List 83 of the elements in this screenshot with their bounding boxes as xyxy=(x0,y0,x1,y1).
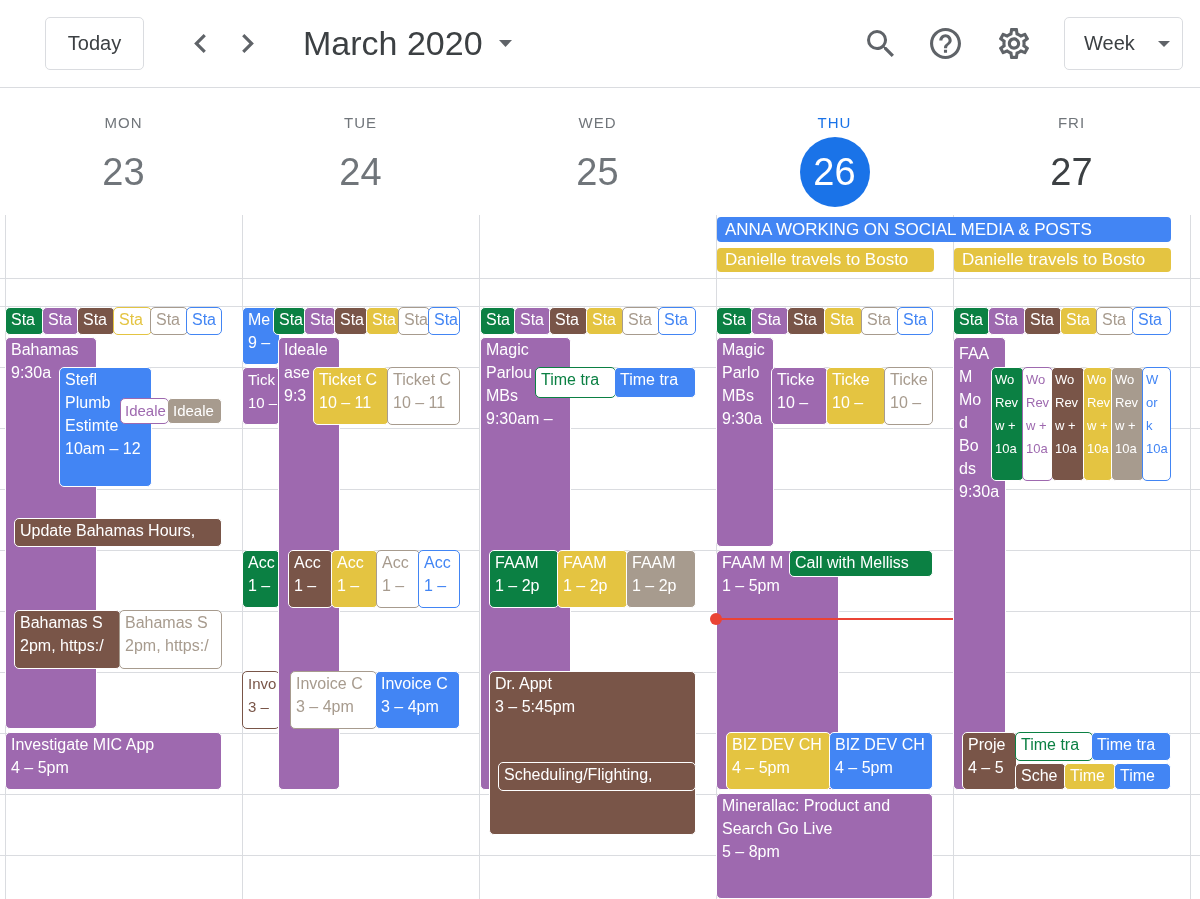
calendar-event[interactable]: Acc 1 – xyxy=(376,550,420,608)
calendar-event[interactable]: Time tra xyxy=(1015,732,1093,761)
calendar-event[interactable]: Sta xyxy=(897,307,933,335)
calendar-event[interactable]: Ideale xyxy=(167,398,222,424)
caret-icon xyxy=(498,40,512,47)
all-day-event[interactable]: ANNA WORKING ON SOCIAL MEDIA & POSTS xyxy=(717,217,1171,242)
calendar-event[interactable]: Acc 1 – xyxy=(418,550,460,608)
calendar-event[interactable]: Sta xyxy=(273,307,306,335)
calendar-event[interactable]: Scheduling/Flighting, xyxy=(498,762,696,791)
calendar-event[interactable]: Sta xyxy=(1024,307,1062,335)
calendar-event[interactable]: Sta xyxy=(480,307,516,335)
day-number[interactable]: 25 xyxy=(562,137,633,207)
calendar-event[interactable]: Magic Parlo MBs 9:30a xyxy=(716,337,774,547)
calendar-event[interactable]: Me 9 – xyxy=(242,307,280,365)
calendar-event[interactable]: Sta xyxy=(428,307,460,335)
help-icon xyxy=(929,28,961,59)
day-number[interactable]: 24 xyxy=(325,137,396,207)
calendar-event[interactable]: Minerallac: Product and Search Go Live 5 – 8pm xyxy=(716,793,933,899)
calendar-event[interactable]: Sta xyxy=(716,307,753,335)
calendar-event[interactable]: Sta xyxy=(1096,307,1134,335)
caret-icon xyxy=(1158,40,1170,47)
calendar-event[interactable]: Sta xyxy=(42,307,79,335)
calendar-event[interactable]: Work 10a xyxy=(1142,367,1171,481)
weekday-label: THU xyxy=(817,114,852,132)
calendar-event[interactable]: Ticke 10 – xyxy=(771,367,828,425)
weekday-label: MON xyxy=(104,114,143,132)
calendar-event[interactable]: Wo Rev w + 10a xyxy=(1051,367,1085,481)
calendar-event[interactable]: Call with Melliss xyxy=(789,550,933,577)
month-picker[interactable]: March 2020 xyxy=(303,24,512,63)
calendar-event[interactable]: Time tra xyxy=(535,367,616,398)
calendar-event[interactable]: Sta xyxy=(77,307,115,335)
calendar-event[interactable]: Ideale xyxy=(120,398,169,424)
calendar-event[interactable]: Bahamas S 2pm, https:/ xyxy=(14,610,121,669)
chevron-left-icon xyxy=(194,34,206,53)
calendar-event[interactable]: Sta xyxy=(150,307,188,335)
calendar-event[interactable]: Wo Rev w + 10a xyxy=(1111,367,1144,481)
calendar-event[interactable]: Sta xyxy=(953,307,990,335)
settings-icon xyxy=(999,28,1029,59)
calendar-event[interactable]: Acc 1 – xyxy=(242,550,280,608)
weekday-label: TUE xyxy=(344,114,377,132)
calendar-event[interactable]: Tick 10 – xyxy=(242,367,280,425)
calendar-event[interactable]: Invo 3 – xyxy=(242,671,280,729)
day-number[interactable]: 26 xyxy=(799,137,870,207)
calendar-event[interactable]: Sta xyxy=(186,307,222,335)
today-button[interactable]: Today xyxy=(45,17,144,70)
calendar-event[interactable]: Invoice C 3 – 4pm xyxy=(290,671,377,729)
calendar-event[interactable]: Acc 1 – xyxy=(288,550,333,608)
calendar-event[interactable]: Time xyxy=(1114,763,1171,790)
calendar-event[interactable]: Time tra xyxy=(1091,732,1171,761)
calendar-event[interactable]: Sta xyxy=(304,307,336,335)
calendar-event[interactable]: Wo Rev w + 10a xyxy=(991,367,1024,481)
calendar-event[interactable]: Sta xyxy=(514,307,551,335)
calendar-event[interactable]: Sta xyxy=(5,307,44,335)
calendar-event[interactable]: FAAM 1 – 2p xyxy=(489,550,559,608)
calendar-event[interactable]: Sta xyxy=(1132,307,1171,335)
day-number[interactable]: 27 xyxy=(1036,137,1107,207)
calendar-event[interactable]: Sta xyxy=(751,307,789,335)
calendar-event[interactable]: Sche xyxy=(1015,763,1066,790)
day-number[interactable]: 23 xyxy=(88,137,159,207)
calendar-event[interactable]: Proje 4 – 5 xyxy=(962,732,1017,790)
calendar-event[interactable]: Sta xyxy=(787,307,826,335)
calendar-event[interactable]: Time tra xyxy=(614,367,696,398)
calendar-event[interactable]: Invoice C 3 – 4pm xyxy=(375,671,460,729)
chevron-right-icon xyxy=(242,34,254,53)
calendar-event[interactable]: Sta xyxy=(549,307,588,335)
calendar-event[interactable]: Wo Rev w + 10a xyxy=(1022,367,1053,481)
calendar-event[interactable]: Sta xyxy=(658,307,696,335)
calendar-event[interactable]: Sta xyxy=(398,307,430,335)
calendar-event[interactable]: Sta xyxy=(334,307,368,335)
search-icon xyxy=(866,30,894,57)
calendar-event[interactable]: Sta xyxy=(861,307,899,335)
calendar-event[interactable]: FAAM 1 – 2p xyxy=(626,550,696,608)
calendar-event[interactable]: Bahamas S 2pm, https:/ xyxy=(119,610,222,669)
weekday-label: FRI xyxy=(1057,114,1086,132)
calendar-event[interactable]: Sta xyxy=(622,307,660,335)
view-dropdown[interactable]: Week xyxy=(1064,17,1183,70)
calendar-event[interactable]: Ticke 10 – xyxy=(884,367,933,425)
calendar-event[interactable]: Sta xyxy=(988,307,1026,335)
calendar-event[interactable]: BIZ DEV CH 4 – 5pm xyxy=(829,732,933,790)
weekday-label: WED xyxy=(578,114,617,132)
calendar-event[interactable]: Ticket C 10 – 11 xyxy=(387,367,460,425)
calendar-event[interactable]: Investigate MIC App 4 – 5pm xyxy=(5,732,222,790)
calendar-event[interactable]: Update Bahamas Hours, xyxy=(14,518,222,547)
